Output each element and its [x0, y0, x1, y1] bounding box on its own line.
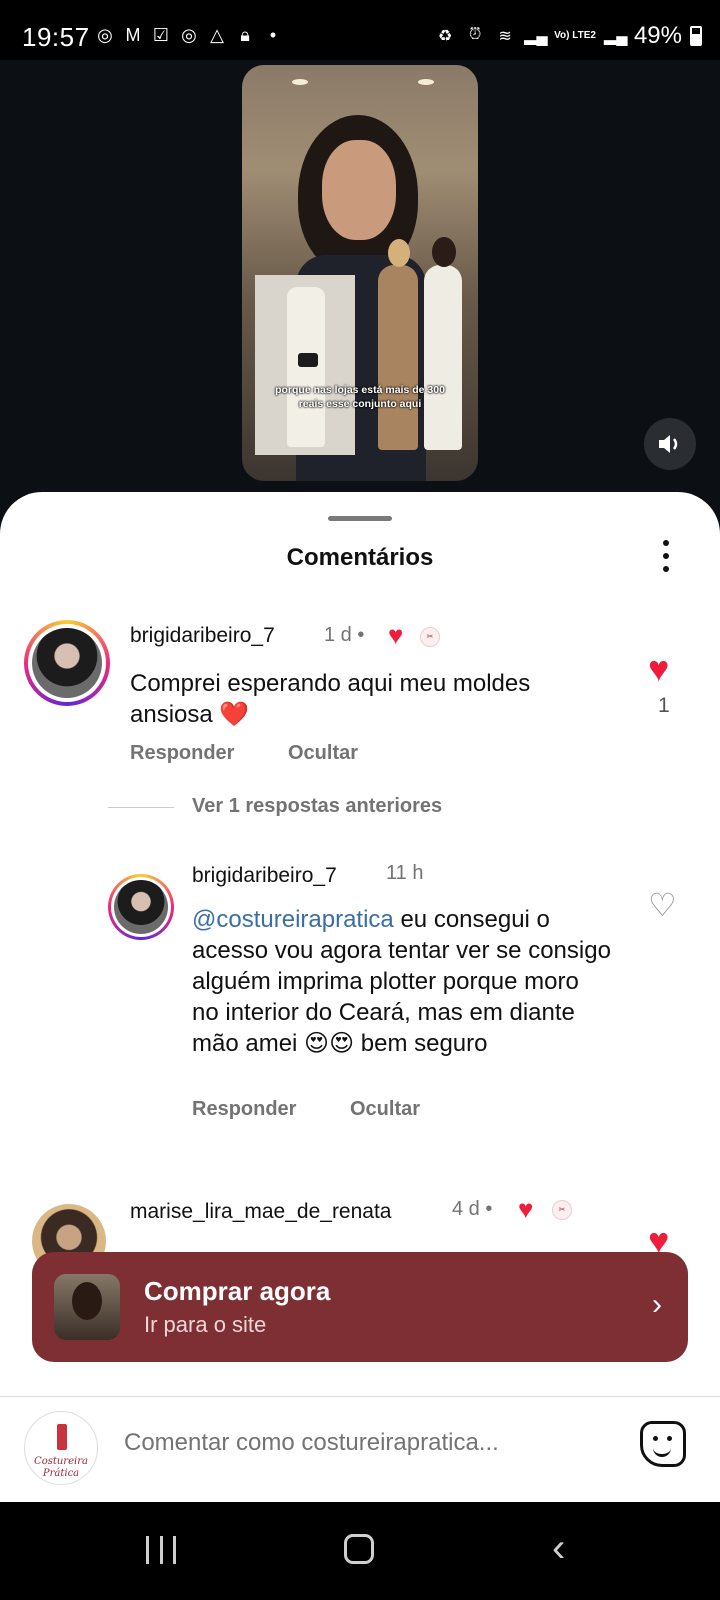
status-right: ♻︎ ⏰︎ ≋ ▂▄ Vo) LTE2 ▂▄ 49%: [434, 22, 702, 50]
lock-icon: 🔒︎: [240, 25, 250, 45]
sound-button[interactable]: [644, 418, 696, 470]
avatar[interactable]: [24, 620, 110, 706]
logo-text-line2: Prática: [42, 1468, 80, 1479]
video-caption: porque nas lojas está mais de 300 reais …: [275, 384, 445, 410]
battery-percent: 49%: [633, 22, 682, 49]
back-button[interactable]: ‹: [552, 1528, 565, 1568]
video-area: porque nas lojas está mais de 300 reais …: [0, 60, 720, 500]
reply-button[interactable]: Responder: [130, 742, 234, 765]
buy-now-subtitle: Ir para o site: [144, 1312, 267, 1337]
creator-liked-heart-icon: ♥: [388, 620, 404, 650]
comment-time-text: 4 d: [452, 1198, 480, 1220]
reply-button[interactable]: Responder: [192, 1098, 296, 1121]
comment-time-text: 1 d: [324, 624, 352, 646]
drive-icon: △: [210, 25, 224, 45]
spool-logo-icon: [57, 1424, 67, 1450]
black-bag: [298, 353, 318, 367]
white-outfit: [287, 287, 325, 447]
sheet-title: Comentários: [286, 544, 434, 571]
comment-text: Comprei esperando aqui meu moldes ansios…: [130, 670, 531, 728]
sheet-drag-handle[interactable]: [328, 516, 392, 521]
whatsapp-icon: ◎: [181, 25, 197, 45]
buy-now-banner[interactable]: Comprar agora Ir para o site ›: [32, 1252, 688, 1362]
comment-time: 4 d •: [452, 1198, 493, 1220]
model-tan-outfit: [378, 239, 418, 450]
signal-icon: ▂▄: [603, 28, 628, 45]
ceiling-light: [418, 79, 434, 85]
recycle-icon: ♻︎: [437, 28, 453, 45]
status-bar: 19:57 ◎ M ☑ ◎ △ 🔒︎ • ♻︎ ⏰︎ ≋ ▂▄ Vo) LTE2…: [0, 0, 720, 60]
comment-username[interactable]: brigidaribeiro_7: [130, 624, 275, 648]
speaker-icon: [659, 435, 678, 453]
comment-time: 1 d •: [324, 624, 365, 646]
dot-icon: •: [269, 25, 277, 45]
creator-avatar-icon: ✂: [552, 1200, 572, 1220]
whatsapp-icon: ◎: [97, 25, 113, 45]
reply-time: 11 h: [386, 862, 424, 884]
alarm-icon: ⏰︎: [468, 26, 482, 43]
own-avatar: Costureira Prática: [24, 1411, 98, 1485]
comment-composer: Costureira Prática Comentar como costure…: [0, 1396, 720, 1503]
product-thumbnail: [54, 1274, 120, 1340]
reel-video[interactable]: porque nas lojas está mais de 300 reais …: [242, 65, 478, 481]
gmail-icon: M: [125, 25, 141, 45]
wifi-icon: ≋: [498, 28, 512, 45]
ceiling-light: [292, 79, 308, 85]
system-nav-bar: ‹: [0, 1502, 720, 1600]
more-options-button[interactable]: [656, 536, 676, 576]
recents-button[interactable]: [146, 1536, 176, 1564]
chevron-right-icon: ›: [652, 1288, 662, 1321]
more-vertical-icon: [663, 540, 669, 546]
reply-text: @costureirapratica eu consegui o acesso …: [192, 904, 612, 1059]
hide-button[interactable]: Ocultar: [350, 1098, 420, 1121]
avatar[interactable]: [108, 874, 174, 940]
hide-button[interactable]: Ocultar: [288, 742, 358, 765]
logo-text-line1: Costureira: [34, 1456, 88, 1467]
home-button[interactable]: [344, 1534, 374, 1564]
network-label: Vo) LTE2: [554, 30, 596, 41]
heart-icon[interactable]: ♥: [648, 648, 669, 690]
heart-outline-icon[interactable]: ♡: [648, 886, 677, 924]
status-time: 19:57: [22, 22, 90, 52]
replies-divider: [108, 807, 174, 808]
battery-icon: [690, 26, 702, 46]
view-replies-button[interactable]: Ver 1 respostas anteriores: [192, 795, 442, 818]
comment-username[interactable]: marise_lira_mae_de_renata: [130, 1200, 392, 1224]
reply-username[interactable]: brigidaribeiro_7: [192, 864, 337, 888]
check-icon: ☑: [152, 25, 170, 45]
notification-icons: ◎ M ☑ ◎ △ 🔒︎ •: [94, 24, 284, 46]
signal-icon: ▂▄: [524, 28, 548, 45]
mention-link[interactable]: @costureirapratica: [192, 906, 394, 933]
sticker-icon[interactable]: [640, 1421, 686, 1467]
creator-avatar-icon: ✂: [420, 627, 440, 647]
creator-liked-heart-icon: ♥: [518, 1194, 534, 1224]
model-white-outfit: [424, 237, 462, 450]
inset-photo: [255, 275, 355, 455]
presenter-face: [322, 140, 396, 240]
comment-input[interactable]: Comentar como costureirapratica...: [124, 1429, 499, 1457]
like-count: 1: [658, 694, 670, 717]
buy-now-title: Comprar agora: [144, 1276, 331, 1306]
